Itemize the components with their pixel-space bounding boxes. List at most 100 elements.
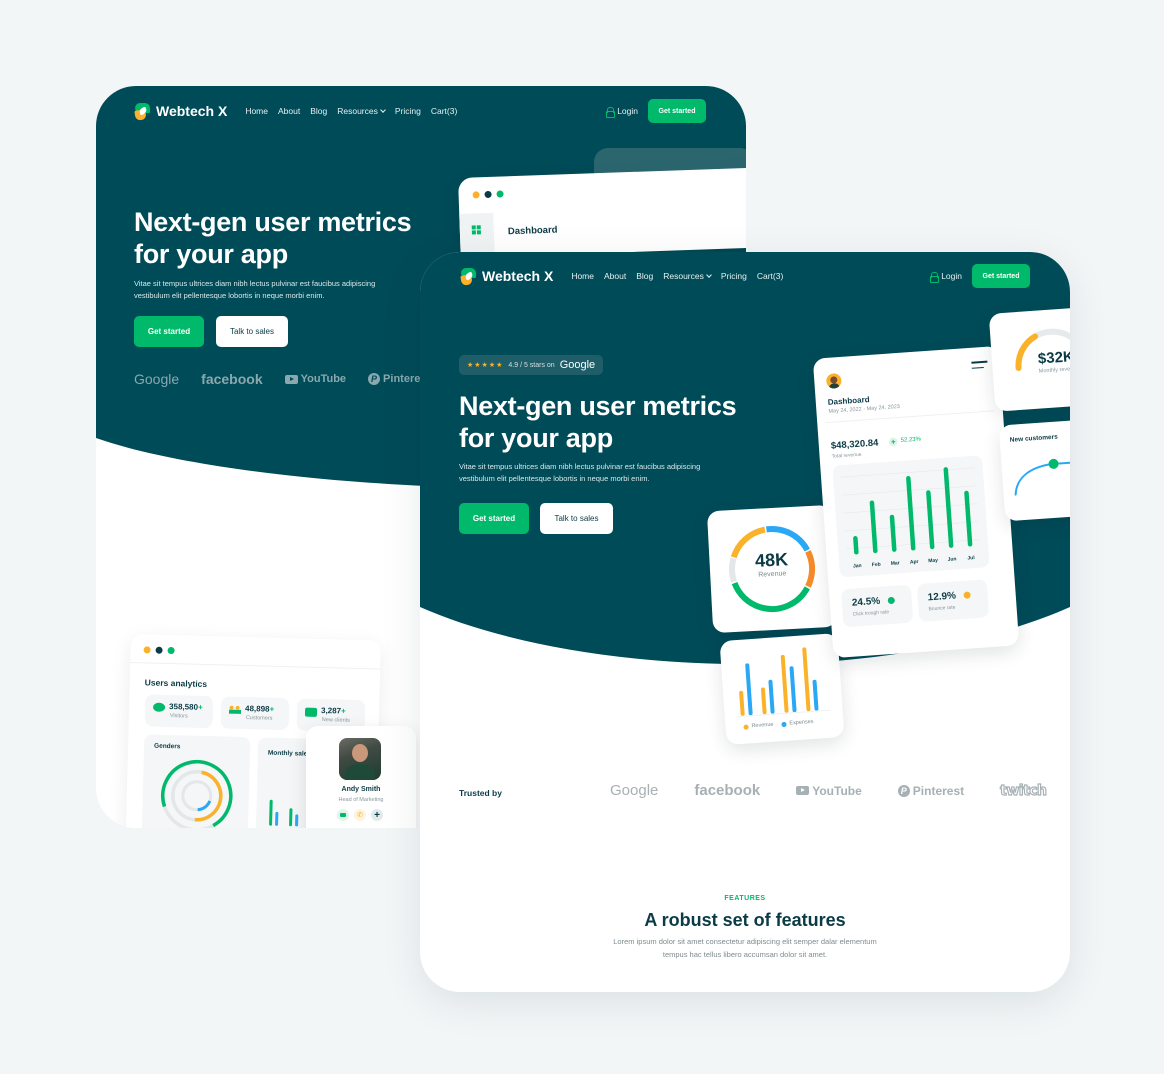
nav-link-pricing[interactable]: Pricing [395,106,421,116]
login-link[interactable]: Login [930,271,962,283]
expenses-bar [812,679,819,711]
phone-icon: ✆ [357,812,363,819]
users-icon [228,705,242,714]
nav-link-home[interactable]: Home [245,106,268,116]
mail-button[interactable] [337,809,349,821]
month-label: Jun [947,556,956,563]
wallet-icon [304,707,318,717]
dot-green [167,646,175,655]
nav-link-blog[interactable]: Blog [310,106,327,116]
hero-subtitle-line1: Vitae sit tempus ultrices diam nibh lect… [134,279,376,288]
dot-yellow [143,646,151,654]
talk-to-sales-button[interactable]: Talk to sales [540,503,613,534]
dashboard-card: Dashboard May 24, 2022 - May 24, 2023 $4… [812,345,1020,659]
plus-icon: + [374,809,380,821]
nav-link-cart[interactable]: Cart(3) [757,271,783,281]
legend-revenue: Revenue [743,722,774,730]
rating-text: 4.9 / 5 stars on [508,361,555,369]
chart-legend: Revenue Expenses [743,719,814,730]
click-rate-label: Click trough rate [852,609,890,618]
pinterest-wordmark: Pinterest [912,783,965,798]
arrow-down-icon [963,591,971,599]
bounce-rate-card: 12.9% Bounce rate [916,579,990,623]
dot-yellow [472,191,480,199]
month-bar-mar [889,514,897,552]
chevron-down-icon [380,106,386,113]
add-button[interactable]: + [371,809,383,821]
features-subtitle: Lorem ipsum dolor sit amet consectetur a… [420,936,1070,962]
logo-icon [134,103,150,121]
phone-button[interactable]: ✆ [354,809,366,821]
google-logo: Google [134,371,180,387]
hero-get-started-button[interactable]: Get started [459,503,529,534]
hero-subtitle: Vitae sit tempus ultrices diam nibh lect… [134,278,434,303]
hero-subtitle-line2: vestibulum elit pellentesque lobortis in… [134,291,325,301]
trusted-logos: Google facebook YouTube P Pinterest twitc… [610,782,1048,799]
nav-link-cart[interactable]: Cart(3) [431,106,457,116]
nav-link-home[interactable]: Home [571,271,594,281]
bounce-rate-label: Bounce rate [928,604,956,613]
hero-title-line1: Next-gen user metrics [134,207,412,237]
bar [295,814,299,827]
youtube-logo: YouTube [284,373,346,385]
hero-title-line2: for your app [134,239,288,270]
month-label: Apr [910,559,919,566]
expenses-bar [789,666,797,713]
arrow-up-icon [887,596,896,605]
stat-value: 3,287+ [320,706,346,716]
brand-logo[interactable]: Webtech X [134,103,227,121]
legend-dot-yellow [743,723,749,730]
user-avatar[interactable] [825,372,842,389]
hero-title: Next-gen user metrics for your app [134,206,412,271]
nav-get-started-button[interactable]: Get started [648,99,706,123]
total-revenue-value: $48,320.84 [830,437,879,452]
grid-icon[interactable] [471,225,481,235]
bar [269,799,273,826]
nav-link-resources[interactable]: Resources [337,106,386,116]
nav-link-about[interactable]: About [604,271,626,281]
brand-logo[interactable]: Webtech X [460,268,554,286]
click-rate-card: 24.5% Click trough rate [840,584,914,628]
hero-get-started-button[interactable]: Get started [134,316,204,347]
youtube-play-icon [284,374,298,384]
youtube-wordmark: YouTube [812,783,862,798]
nav-get-started-button[interactable]: Get started [972,264,1030,288]
month-bar-jun [943,467,954,548]
facebook-logo: facebook [694,782,761,799]
growth-percent: 52.23% [900,436,922,444]
google-wordmark: Google [559,359,596,371]
nav-link-pricing[interactable]: Pricing [721,271,747,281]
talk-to-sales-button[interactable]: Talk to sales [216,316,288,347]
rating-badge: ★★★★★ 4.9 / 5 stars on Google [459,355,604,375]
hero-subtitle-line2: vestibulum elit pellentesque lobortis in… [459,474,650,484]
nav-link-about[interactable]: About [278,106,300,116]
new-customers-line-chart [1014,458,1070,496]
revenue-bar [802,647,811,712]
dashboard-title: Dashboard [507,224,558,238]
window-dots [143,646,175,655]
expenses-bar [745,663,753,716]
nav-links: Home About Blog Resources Pricing Cart(3… [571,271,783,281]
stat-customers: 48,898+ Customers [220,696,290,731]
features-title: A robust set of features [644,910,846,930]
stat-label: Visitors [169,713,188,720]
profile-role: Head of Marketing [338,797,384,803]
month-bar-apr [906,476,916,551]
nav-link-resources[interactable]: Resources [663,271,712,281]
nav-link-blog[interactable]: Blog [636,271,653,281]
bar [289,808,293,827]
twitch-logo: twitch [1000,782,1048,799]
facebook-logo: facebook [201,371,263,387]
hamburger-menu-icon[interactable] [971,360,988,369]
new-customers-card: New customers [998,418,1070,522]
brand-name: Webtech X [482,268,554,284]
month-bar-may [926,490,935,550]
login-link[interactable]: Login [606,106,638,118]
hero-subtitle-line1: Vitae sit tempus ultrices diam nibh lect… [459,462,701,471]
features-subtitle-line2: tempus hac tellus libero accumsan dolor … [662,949,828,959]
month-bar-jul [964,490,973,547]
month-label: May [928,558,938,565]
users-analytics-title: Users analytics [144,677,208,690]
features-subtitle-line1: Lorem ipsum dolor sit amet consectetur a… [613,937,877,946]
monthly-bar-chart: Jan Feb Mar Apr May Jun Jul [841,467,980,570]
